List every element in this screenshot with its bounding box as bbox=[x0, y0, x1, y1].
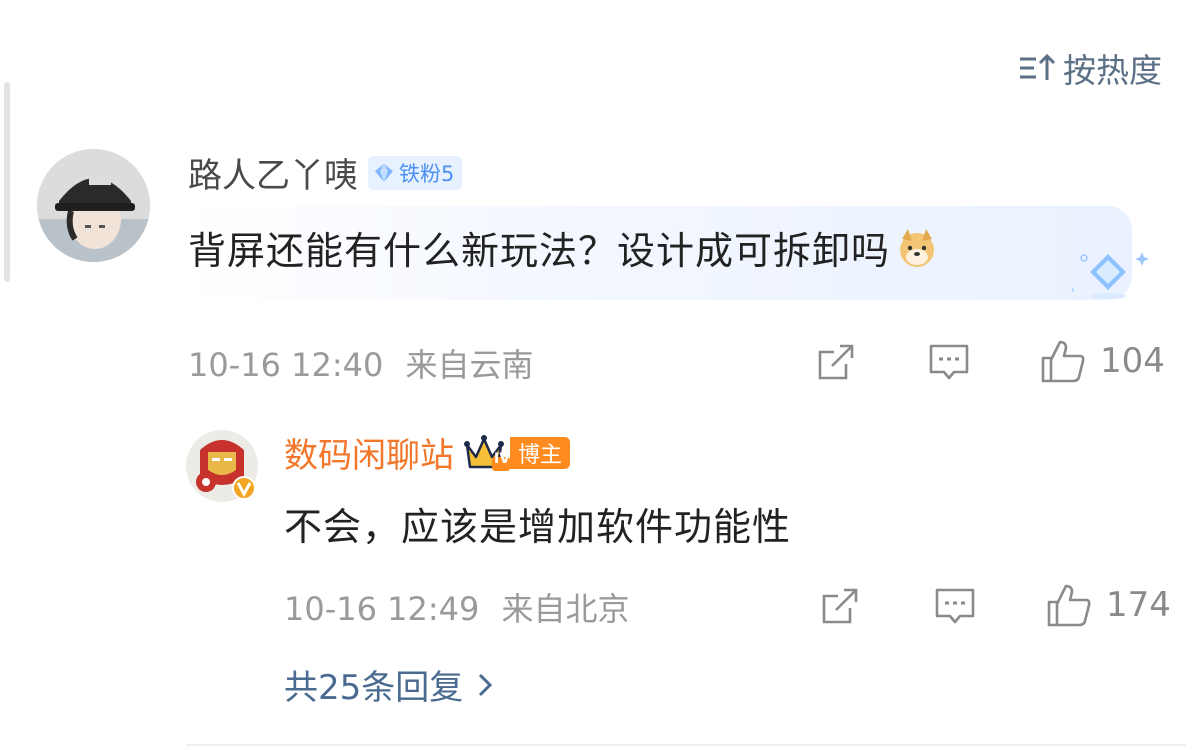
blogger-badge[interactable]: IV 博主 bbox=[464, 434, 571, 471]
reply-text: 不会，应该是增加软件功能性 bbox=[284, 505, 792, 549]
scroll-indicator[interactable] bbox=[4, 82, 10, 282]
comment-reply-button[interactable] bbox=[928, 342, 970, 382]
like-icon bbox=[1047, 584, 1091, 627]
doge-emoji-icon bbox=[900, 228, 935, 267]
comment-icon bbox=[935, 588, 975, 624]
reply-timestamp: 10-16 12:49 bbox=[284, 590, 480, 628]
reply-location: 来自北京 bbox=[501, 590, 630, 628]
like-button[interactable]: 104 bbox=[1040, 338, 1165, 384]
fan-level-badge[interactable]: 铁粉5 bbox=[368, 155, 463, 190]
like-icon bbox=[1041, 340, 1085, 383]
comment-author-row: 路人乙丫咦 铁粉5 bbox=[188, 148, 463, 197]
share-icon bbox=[822, 588, 858, 624]
fan-badge-label: 铁粉5 bbox=[399, 161, 455, 186]
share-button[interactable] bbox=[816, 342, 856, 382]
comment-text: 背屏还能有什么新玩法？设计成可拆卸吗 bbox=[188, 229, 891, 273]
more-replies-label: 共25条回复 bbox=[284, 668, 464, 708]
avatar[interactable] bbox=[37, 149, 150, 262]
comment-icon bbox=[929, 344, 969, 380]
reply-comment-button[interactable] bbox=[934, 586, 976, 626]
divider bbox=[186, 744, 1186, 746]
reply-share-button[interactable] bbox=[820, 586, 860, 626]
comment-thread: 按热度 路人乙丫咦 铁粉5 背屏还能有什么新玩法？设计成可拆卸吗 10-16 1… bbox=[0, 0, 1200, 750]
sort-icon bbox=[1020, 53, 1056, 80]
sort-label: 按热度 bbox=[1063, 51, 1162, 90]
diamond-icon bbox=[375, 163, 393, 182]
blogger-badge-label: 博主 bbox=[510, 436, 571, 469]
avatar-image bbox=[37, 149, 150, 262]
comment-timestamp: 10-16 12:40 bbox=[188, 346, 384, 384]
verified-v-icon bbox=[236, 482, 252, 498]
reply-meta: 10-16 12:49 来自北京 bbox=[284, 584, 630, 630]
share-icon bbox=[818, 344, 854, 380]
reply-like-button[interactable]: 174 bbox=[1046, 582, 1171, 628]
reply-username[interactable]: 数码闲聊站 bbox=[284, 428, 454, 477]
like-count: 104 bbox=[1100, 341, 1165, 381]
comment-body: 背屏还能有什么新玩法？设计成可拆卸吗 bbox=[188, 220, 938, 275]
sort-by-hot-button[interactable]: 按热度 bbox=[1017, 44, 1162, 92]
reply-author-row: 数码闲聊站 IV 博主 bbox=[284, 428, 571, 477]
chevron-right-icon bbox=[479, 673, 493, 696]
comment-meta: 10-16 12:40 来自云南 bbox=[188, 340, 534, 386]
bubble-diamond-decoration-icon bbox=[1072, 252, 1149, 299]
reply-avatar[interactable] bbox=[186, 430, 258, 502]
view-more-replies-link[interactable]: 共25条回复 bbox=[284, 660, 495, 709]
reply-like-count: 174 bbox=[1106, 585, 1171, 625]
comment-username[interactable]: 路人乙丫咦 bbox=[188, 148, 358, 197]
comment-location: 来自云南 bbox=[405, 346, 534, 384]
